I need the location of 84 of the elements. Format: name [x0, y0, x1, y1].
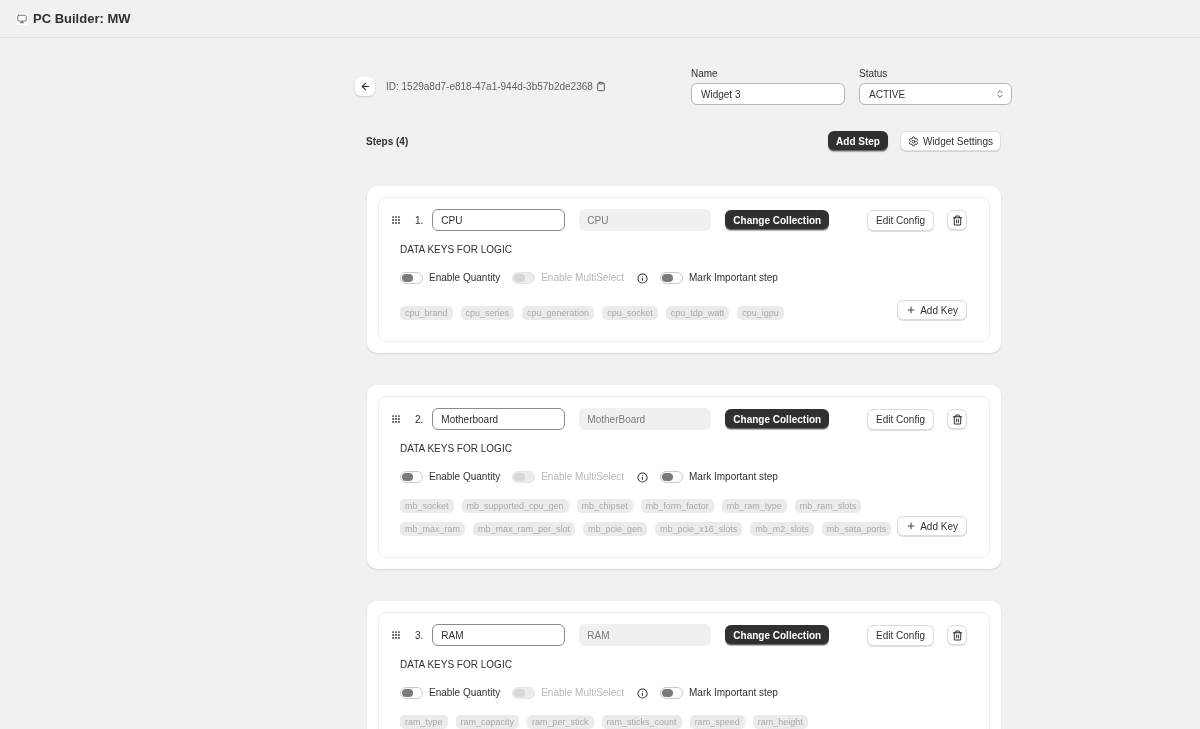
data-key-tag: mb_ram_slots [794, 499, 862, 513]
plus-icon [906, 305, 917, 315]
toggle-switch[interactable] [400, 272, 423, 284]
change-collection-button[interactable]: Change Collection [725, 409, 830, 429]
data-key-tag: ram_capacity [455, 715, 520, 729]
data-key-tag: mb_max_ram [400, 522, 465, 536]
collection-field: CPU [579, 209, 712, 231]
data-key-tag: mb_m2_slots [750, 522, 814, 536]
collection-field: RAM [579, 624, 712, 646]
data-key-tag: cpu_tdp_watt [665, 306, 730, 320]
section-title: DATA KEYS FOR LOGIC [400, 244, 512, 256]
trash-icon [951, 413, 963, 425]
add-step-button[interactable]: Add Step [828, 131, 888, 151]
field-label: Name [691, 68, 718, 80]
step-name-input[interactable]: Motherboard [432, 408, 566, 430]
data-key-tag: ram_type [400, 715, 448, 729]
step-number: 3. [415, 628, 424, 643]
edit-config-button[interactable]: Edit Config [867, 408, 934, 430]
edit-config-button[interactable]: Edit Config [867, 209, 934, 231]
section-title: DATA KEYS FOR LOGIC [400, 659, 512, 671]
toggle-label: Mark Important step [689, 272, 778, 284]
toggle-switch[interactable] [400, 471, 423, 483]
change-collection-button[interactable]: Change Collection [725, 210, 830, 230]
section-title: DATA KEYS FOR LOGIC [400, 443, 512, 455]
toggle-label: Mark Important step [689, 687, 778, 699]
trash-icon [951, 214, 963, 226]
data-key-tag: mb_pcie_x16_slots [655, 522, 743, 536]
data-key-tag: ram_speed [689, 715, 745, 729]
toggle-switch[interactable] [660, 272, 683, 284]
toggle-label: Mark Important step [689, 471, 778, 483]
data-key-tag: mb_ram_type [721, 499, 787, 513]
name-input[interactable]: Widget 3 [691, 83, 845, 105]
trash-icon [951, 629, 963, 641]
step-number: 1. [415, 213, 424, 228]
delete-button[interactable] [947, 210, 967, 230]
page-title: PC Builder: MW [33, 9, 131, 28]
toggle-switch[interactable] [660, 471, 683, 483]
data-key-tag: ram_sticks_count [601, 715, 682, 729]
toggle-switch[interactable] [400, 687, 423, 699]
data-key-tag: mb_max_ram_per_slot [473, 522, 576, 536]
delete-button[interactable] [947, 625, 967, 645]
toggle-label: Enable Quantity [429, 272, 501, 284]
grip-icon[interactable] [391, 630, 401, 640]
back-button[interactable] [355, 77, 375, 96]
plus-icon [906, 521, 917, 531]
add-key-button[interactable]: Add Key [897, 300, 967, 320]
clipboard-icon[interactable] [595, 81, 606, 92]
widget-id: ID: 1529a8d7-e818-47a1-944d-3b57b2de2368 [386, 80, 593, 94]
back-arrow-icon [359, 81, 371, 92]
step-number: 2. [415, 412, 424, 427]
edit-config-button[interactable]: Edit Config [867, 624, 934, 646]
data-key-tag: mb_pcie_gen [583, 522, 648, 536]
data-key-tag: mb_socket [400, 499, 454, 513]
settings-icon [907, 135, 919, 147]
step-name-input[interactable]: CPU [432, 209, 566, 231]
grip-icon[interactable] [391, 215, 401, 225]
toggle-label: Enable Quantity [429, 471, 501, 483]
data-key-tag: mb_sata_ports [821, 522, 892, 536]
data-key-tag: mb_chipset [576, 499, 633, 513]
toggle-label: Enable MultiSelect [541, 272, 624, 284]
steps-heading: Steps (4) [366, 134, 409, 149]
toggle-label: Enable MultiSelect [541, 471, 624, 483]
data-key-tag: cpu_socket [602, 306, 658, 320]
status-select[interactable]: ACTIVE [859, 83, 1012, 105]
field-label: Status [859, 68, 888, 80]
data-key-tag: ram_height [752, 715, 808, 729]
monitor-icon [16, 12, 28, 25]
data-key-tag: ram_per_stick [527, 715, 594, 729]
data-key-tag: cpu_brand [400, 306, 453, 320]
toggle-switch[interactable] [660, 687, 683, 699]
chevron-up-down-icon [995, 89, 1005, 99]
data-key-tag: cpu_generation [522, 306, 595, 320]
toggle-label: Enable MultiSelect [541, 687, 624, 699]
data-key-tag: mb_supported_cpu_gen [461, 499, 569, 513]
grip-icon[interactable] [391, 414, 401, 424]
step-name-input[interactable]: RAM [432, 624, 566, 646]
delete-button[interactable] [947, 409, 967, 429]
collection-field: MotherBoard [579, 408, 712, 430]
data-key-tag: mb_form_factor [640, 499, 714, 513]
data-key-tag: cpu_series [460, 306, 515, 320]
add-key-button[interactable]: Add Key [897, 516, 967, 536]
toggle-label: Enable Quantity [429, 687, 501, 699]
change-collection-button[interactable]: Change Collection [725, 625, 830, 645]
widget-settings-button[interactable]: Widget Settings [899, 131, 1001, 151]
